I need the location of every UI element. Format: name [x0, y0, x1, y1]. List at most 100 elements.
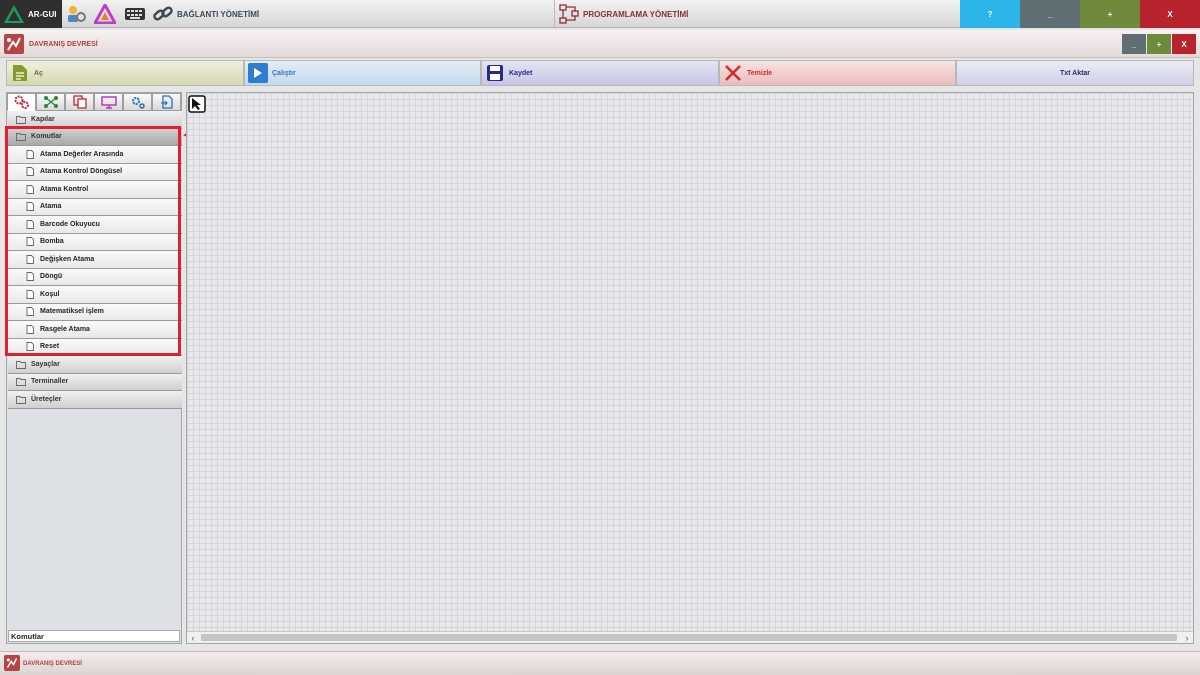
file-icon: [26, 167, 34, 177]
scrollbar-thumb[interactable]: [201, 634, 1177, 641]
tree-item[interactable]: Matematiksel işlem: [8, 303, 182, 321]
tree-item-label: Terminaller: [31, 378, 69, 386]
save-button[interactable]: Kaydet: [481, 60, 719, 86]
component-tree: Kapılar Komutlar Atama Değerler Arasında At…: [8, 111, 182, 409]
connection-icon-button[interactable]: [151, 3, 175, 25]
component-panel: Kapılar Komutlar Atama Değerler Arasında At…: [6, 92, 182, 644]
subwindow-minimize-button[interactable]: _: [1122, 34, 1146, 54]
settings-tool-button[interactable]: [64, 3, 88, 25]
tree-item[interactable]: Atama Değerler Arasında: [8, 146, 182, 164]
tab-settings[interactable]: [123, 93, 152, 111]
maximize-button[interactable]: +: [1080, 0, 1140, 28]
tab-copy[interactable]: [65, 93, 94, 111]
taskbar-window-title[interactable]: DAVRANIŞ DEVRESİ: [23, 652, 82, 675]
close-button[interactable]: X: [1140, 0, 1200, 28]
tree-item-label: Kapılar: [31, 115, 55, 123]
file-icon: [26, 254, 34, 264]
app-logo-text: AR-GUI: [28, 9, 57, 19]
cursor-edit-icon[interactable]: [188, 95, 206, 113]
file-icon: [26, 237, 34, 247]
design-canvas[interactable]: ‹ ›: [186, 92, 1194, 644]
taskbar: DAVRANIŞ DEVRESİ: [0, 651, 1200, 675]
clear-button[interactable]: Temizle: [719, 60, 956, 86]
document-arrow-icon: [160, 95, 173, 109]
folder-icon: [16, 378, 26, 387]
programming-management-tab[interactable]: PROGRAMLAMA YÖNETİMİ: [554, 0, 960, 28]
tree-item[interactable]: Atama: [8, 198, 182, 216]
scroll-right-icon[interactable]: ›: [1181, 632, 1193, 643]
tree-item-label: Komutlar: [31, 133, 62, 141]
programming-management-label: PROGRAMLAMA YÖNETİMİ: [583, 9, 689, 19]
file-icon: [26, 289, 34, 299]
tree-item-label: Atama: [40, 203, 62, 211]
folder-icon: [16, 395, 26, 404]
tree-folder[interactable]: Terminaller: [8, 373, 182, 391]
tree-item-label: Reset: [40, 343, 60, 351]
tree-item-label: Atama Değerler Arasında: [40, 150, 124, 158]
tab-network[interactable]: [36, 93, 65, 111]
copy-icon: [72, 95, 87, 109]
keyboard-tool-button[interactable]: [123, 3, 147, 25]
connection-management-tab[interactable]: BAĞLANTI YÖNETİMİ: [177, 0, 259, 28]
component-tabs: [7, 93, 183, 111]
subwindow-title: DAVRANIŞ DEVRESİ: [29, 40, 98, 48]
tree-item-label: Atama Kontrol: [40, 185, 89, 193]
help-button[interactable]: ?: [960, 0, 1020, 28]
minimize-button[interactable]: _: [1020, 0, 1080, 28]
link-icon: [153, 6, 173, 21]
tree-item[interactable]: Atama Kontrol: [8, 181, 182, 199]
file-icon: [26, 272, 34, 282]
file-icon: [26, 149, 34, 159]
tab-export[interactable]: [152, 93, 181, 111]
tree-folder[interactable]: Kapılar: [8, 111, 182, 129]
open-file-icon: [10, 63, 30, 83]
toolbar: Aç Çalıştır Kaydet Temizle Txt Aktar: [6, 60, 1194, 86]
x-mark-icon: [723, 63, 743, 83]
tab-components[interactable]: [7, 93, 36, 111]
file-icon: [26, 184, 34, 194]
app-logo[interactable]: AR-GUI: [0, 0, 62, 28]
selected-category-status: Komutlar: [8, 630, 180, 642]
person-gear-icon: [68, 6, 86, 22]
behavior-circuit-icon: [4, 34, 24, 54]
top-bar: AR-GUI BAĞLANTI YÖNETİMİ PROGRAMLAMA YÖN…: [0, 0, 1200, 28]
floppy-disk-icon: [485, 63, 505, 83]
play-icon: [248, 63, 268, 83]
horizontal-scrollbar[interactable]: ‹ ›: [187, 631, 1193, 643]
triangle-tool-button[interactable]: [93, 3, 117, 25]
folder-icon: [16, 133, 26, 142]
tree-item[interactable]: Atama Kontrol Döngüsel: [8, 163, 182, 181]
tree-item[interactable]: Rasgele Atama: [8, 321, 182, 339]
tree-item[interactable]: Barcode Okuyucu: [8, 216, 182, 234]
tree-item-label: Koşul: [40, 290, 60, 298]
tree-item[interactable]: Değişken Atama: [8, 251, 182, 269]
file-icon: [26, 307, 34, 317]
gear-icon: [131, 97, 145, 109]
txt-export-button[interactable]: Txt Aktar: [956, 60, 1194, 86]
tree-folder-open[interactable]: Komutlar: [8, 128, 182, 146]
tree-item-label: Üreteçler: [31, 395, 62, 403]
monitor-icon: [100, 96, 117, 109]
file-icon: [26, 219, 34, 229]
subwindow-maximize-button[interactable]: +: [1147, 34, 1171, 54]
tree-item[interactable]: Bomba: [8, 233, 182, 251]
subwindow-close-button[interactable]: X: [1172, 34, 1196, 54]
tree-item-label: Sayaçlar: [31, 360, 60, 368]
tree-folder[interactable]: Sayaçlar: [8, 356, 182, 374]
open-button[interactable]: Aç: [6, 60, 244, 86]
tree-item-label: Barcode Okuyucu: [40, 220, 100, 228]
file-icon: [26, 202, 34, 212]
taskbar-behavior-circuit-icon[interactable]: [4, 655, 20, 671]
tree-item[interactable]: Reset: [8, 338, 182, 356]
gears-icon: [14, 95, 29, 109]
tree-item-label: Matematiksel işlem: [40, 308, 104, 316]
tree-item-label: Bomba: [40, 238, 64, 246]
tree-folder[interactable]: Üreteçler: [8, 391, 182, 409]
tree-item[interactable]: Döngü: [8, 268, 182, 286]
scroll-left-icon[interactable]: ‹: [187, 632, 199, 643]
tab-display[interactable]: [94, 93, 123, 111]
run-button[interactable]: Çalıştır: [244, 60, 481, 86]
keyboard-icon: [125, 8, 145, 20]
tree-item[interactable]: Koşul: [8, 286, 182, 304]
clear-label: Temizle: [747, 69, 773, 77]
